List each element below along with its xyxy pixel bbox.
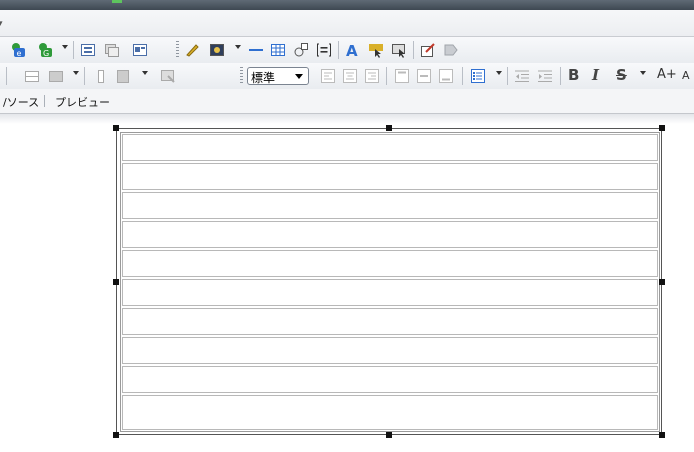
title-bar-glow — [112, 0, 122, 3]
editor-top-shadow — [0, 114, 694, 124]
insert-image-icon[interactable] — [209, 42, 225, 58]
increase-indent-icon[interactable] — [537, 68, 553, 84]
resize-handle-left[interactable] — [113, 279, 119, 285]
address-strip: ▾ — [0, 10, 694, 37]
table-row[interactable] — [122, 134, 658, 161]
toolbar-separator — [413, 41, 414, 59]
insert-object-icon[interactable] — [293, 42, 309, 58]
strikethrough-button[interactable]: S — [616, 66, 630, 86]
strikethrough-menu-dropdown-icon[interactable] — [640, 71, 646, 75]
insert-menu-dropdown-icon[interactable] — [62, 45, 68, 49]
table-row[interactable] — [122, 192, 658, 219]
italic-button[interactable]: I — [592, 66, 606, 86]
delete-column-icon[interactable] — [115, 68, 131, 84]
insert-table-icon[interactable] — [270, 42, 286, 58]
insert-web-link-icon[interactable]: e — [10, 42, 26, 58]
block-format-select[interactable]: 標準 — [247, 67, 309, 85]
column-menu-dropdown-icon[interactable] — [142, 71, 148, 75]
shrink-font-label: A — [682, 69, 690, 82]
list-menu-dropdown-icon[interactable] — [496, 71, 502, 75]
toolbar-separator — [6, 67, 7, 85]
insert-button-icon[interactable] — [391, 42, 407, 58]
insert-field-icon[interactable] — [316, 42, 332, 58]
toolbar-grip[interactable] — [176, 41, 179, 59]
align-bottom-icon[interactable] — [438, 68, 454, 84]
toolbar-separator — [386, 67, 387, 85]
resize-handle-top-left[interactable] — [113, 125, 119, 131]
align-right-icon[interactable] — [364, 68, 380, 84]
window-title-bar — [0, 0, 694, 10]
resize-handle-top-right[interactable] — [659, 125, 665, 131]
table-row[interactable] — [122, 337, 658, 364]
resize-handle-bottom-right[interactable] — [659, 432, 665, 438]
resize-handle-right[interactable] — [659, 279, 665, 285]
grow-font-label: A+ — [657, 67, 677, 82]
bulleted-list-icon[interactable] — [470, 68, 486, 84]
strikethrough-label: S — [616, 66, 627, 84]
table-row[interactable] — [122, 250, 658, 277]
script-icon[interactable] — [443, 42, 459, 58]
table-row[interactable] — [122, 163, 658, 190]
main-toolbar: e G A — [0, 37, 694, 64]
horizontal-rule-icon[interactable] — [248, 42, 264, 58]
table-row[interactable] — [122, 279, 658, 306]
edit-properties-icon[interactable] — [420, 42, 436, 58]
table-row[interactable] — [122, 221, 658, 248]
image-menu-dropdown-icon[interactable] — [235, 45, 241, 49]
editor-table[interactable] — [120, 132, 660, 432]
bold-button[interactable]: B — [568, 66, 582, 86]
italic-label: I — [592, 66, 600, 84]
svg-text:e: e — [17, 49, 22, 58]
align-middle-icon[interactable] — [416, 68, 432, 84]
shrink-font-button[interactable]: A — [682, 69, 694, 89]
resize-handle-bottom[interactable] — [386, 432, 392, 438]
table-row[interactable] — [122, 395, 658, 430]
table-row[interactable] — [122, 366, 658, 393]
grow-font-button[interactable]: A+ — [657, 67, 677, 87]
format-toolbar: 標準 B I S A+ A — [0, 63, 694, 90]
toolbar-grip[interactable] — [240, 67, 243, 85]
tab-source[interactable]: /ソース — [3, 94, 39, 110]
toolbar-separator — [560, 67, 561, 85]
resize-handle-bottom-left[interactable] — [113, 432, 119, 438]
pencil-icon[interactable] — [184, 42, 200, 58]
toolbar-separator — [462, 67, 463, 85]
bold-label: B — [568, 66, 580, 84]
align-top-icon[interactable] — [394, 68, 410, 84]
cell-menu-dropdown-icon[interactable] — [73, 71, 79, 75]
layer-icon[interactable] — [104, 42, 120, 58]
text-style-icon[interactable]: A — [345, 42, 361, 60]
split-cell-icon[interactable] — [24, 68, 40, 84]
align-center-icon[interactable] — [342, 68, 358, 84]
panel-icon[interactable] — [132, 42, 148, 58]
table-row[interactable] — [122, 308, 658, 335]
table-properties-icon[interactable] — [160, 68, 176, 84]
svg-text:G: G — [43, 49, 49, 58]
resize-handle-top[interactable] — [386, 125, 392, 131]
align-left-icon[interactable] — [320, 68, 336, 84]
insert-group-icon[interactable]: G — [37, 42, 53, 58]
svg-text:A: A — [346, 42, 358, 58]
toolbar-separator — [338, 41, 339, 59]
insert-link-icon[interactable] — [368, 42, 384, 58]
form-icon[interactable] — [80, 42, 96, 58]
view-tabs: /ソース プレビュー — [0, 89, 694, 114]
decrease-indent-icon[interactable] — [514, 68, 530, 84]
tab-separator — [44, 95, 45, 107]
toolbar-separator — [73, 41, 74, 59]
chevron-down-icon[interactable]: ▾ — [0, 19, 3, 29]
tab-preview[interactable]: プレビュー — [55, 94, 110, 110]
toolbar-separator — [507, 67, 508, 85]
insert-column-icon[interactable] — [93, 68, 109, 84]
block-format-value: 標準 — [251, 71, 276, 85]
chevron-down-icon — [295, 74, 303, 79]
merge-cell-icon[interactable] — [48, 68, 64, 84]
toolbar-separator — [84, 67, 85, 85]
